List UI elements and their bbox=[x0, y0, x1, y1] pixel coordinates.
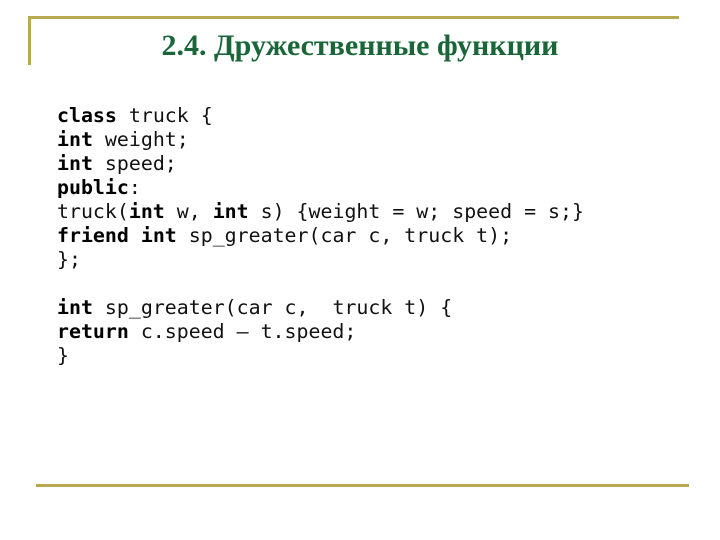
bottom-border-rule bbox=[36, 484, 689, 487]
code-keyword: return bbox=[57, 320, 129, 343]
slide-title: 2.4. Дружественные функции bbox=[0, 26, 720, 66]
code-text: sp_greater(car c, truck t) { bbox=[92, 296, 453, 319]
code-text: w, bbox=[164, 200, 213, 223]
code-text: sp_greater(car c, truck t); bbox=[176, 224, 513, 247]
code-keyword: int bbox=[57, 128, 93, 151]
code-text: } bbox=[57, 344, 69, 367]
code-line: return c.speed – t.speed; bbox=[57, 320, 584, 344]
code-keyword: int bbox=[128, 200, 165, 223]
code-line: }; bbox=[57, 248, 584, 272]
code-line: public: bbox=[57, 176, 584, 200]
code-line: friend int sp_greater(car c, truck t); bbox=[57, 224, 584, 248]
code-line: class truck { bbox=[57, 104, 584, 128]
code-text: truck( bbox=[57, 200, 129, 223]
code-keyword: int bbox=[140, 224, 177, 247]
top-border-rule bbox=[28, 16, 679, 19]
code-text: weight; bbox=[92, 128, 189, 151]
code-block: class truck {int weight; int speed; public… bbox=[57, 104, 584, 368]
slide-title-text: 2.4. Дружественные функции bbox=[161, 29, 559, 62]
code-text: }; bbox=[57, 248, 81, 271]
code-keyword: int bbox=[57, 152, 93, 175]
code-keyword: public bbox=[57, 176, 129, 199]
code-keyword: friend bbox=[57, 224, 129, 247]
code-line: } bbox=[57, 344, 584, 368]
code-keyword: int bbox=[57, 296, 93, 319]
code-text: : bbox=[128, 176, 141, 199]
code-line: int weight; bbox=[57, 128, 584, 152]
code-keyword: int bbox=[212, 200, 249, 223]
code-line: truck(int w, int s) {weight = w; speed =… bbox=[57, 200, 584, 224]
code-keyword: class bbox=[57, 104, 117, 127]
code-text: c.speed – t.speed; bbox=[128, 320, 357, 343]
code-line: int sp_greater(car c, truck t) { bbox=[57, 296, 584, 320]
code-line: int speed; bbox=[57, 152, 584, 176]
code-text: s) {weight = w; speed = s;} bbox=[248, 200, 584, 223]
code-text: speed; bbox=[92, 152, 177, 175]
code-text: truck { bbox=[116, 104, 213, 127]
